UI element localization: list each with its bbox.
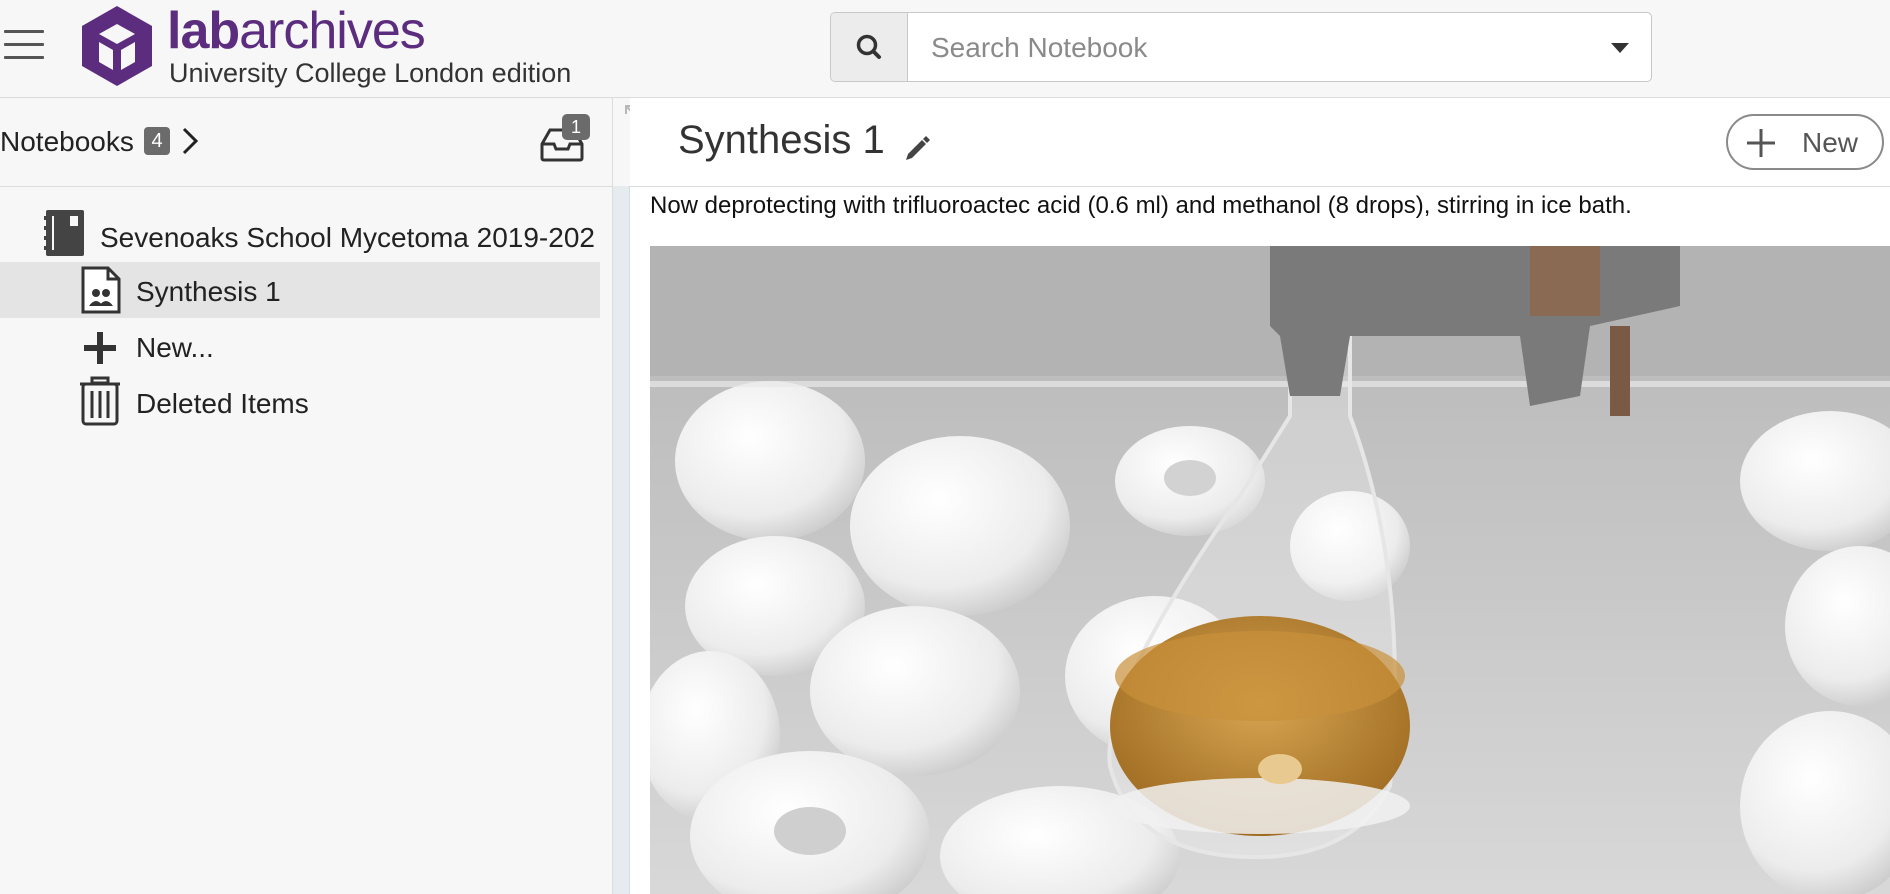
chevron-right-icon[interactable] [180, 126, 200, 156]
search-button[interactable] [831, 13, 908, 81]
notebook-label: Sevenoaks School Mycetoma 2019-202 [100, 222, 595, 253]
tree-item-notebook[interactable]: Sevenoaks School Mycetoma 2019-202 [0, 208, 600, 264]
search-bar [830, 12, 1652, 82]
tree-item-new[interactable]: New... [0, 318, 600, 374]
search-input[interactable] [909, 13, 1593, 81]
tree-item-page[interactable]: Synthesis 1 [0, 262, 600, 318]
deleted-items-label: Deleted Items [136, 388, 309, 419]
trash-icon [80, 376, 120, 426]
entry-photo [650, 246, 1890, 894]
page-label: Synthesis 1 [136, 276, 281, 307]
title-divider [630, 186, 1890, 187]
sidebar: Notebooks 4 1 Sevenoaks School Mycetoma … [0, 98, 613, 894]
hamburger-menu-icon[interactable] [4, 30, 44, 62]
notebooks-link[interactable]: Notebooks [0, 126, 134, 158]
brand-bold: lab [167, 2, 240, 60]
pane-splitter[interactable] [613, 186, 630, 894]
brand-rest: archives [239, 2, 426, 60]
search-dropdown-caret-icon[interactable] [1611, 43, 1629, 53]
plus-icon [1747, 129, 1775, 157]
brand-wordmark: labarchives [167, 0, 426, 62]
notebook-icon [44, 210, 84, 256]
shared-page-icon [81, 266, 121, 314]
entry-text: Now deprotecting with trifluoroactec aci… [650, 192, 1632, 219]
new-item-label: New... [136, 332, 214, 363]
brand-edition: University College London edition [169, 58, 572, 88]
inbox-count-badge: 1 [562, 114, 590, 140]
top-header: labarchives University College London ed… [0, 0, 1890, 98]
new-button-label: New [1802, 127, 1859, 158]
pencil-edit-icon[interactable] [902, 132, 932, 162]
ice-bath-flask-photo [650, 246, 1890, 894]
main-content: Synthesis 1 New Now deprotecting with tr… [630, 98, 1890, 894]
notebooks-count-badge: 4 [144, 127, 170, 155]
labarchives-logo-icon[interactable] [80, 4, 154, 88]
plus-icon [84, 332, 116, 364]
tree-item-deleted[interactable]: Deleted Items [0, 374, 600, 430]
new-entry-button[interactable]: New [1726, 114, 1884, 170]
search-icon [856, 34, 881, 59]
page-title: Synthesis 1 [678, 118, 885, 162]
sidebar-header: Notebooks 4 1 [0, 98, 612, 187]
